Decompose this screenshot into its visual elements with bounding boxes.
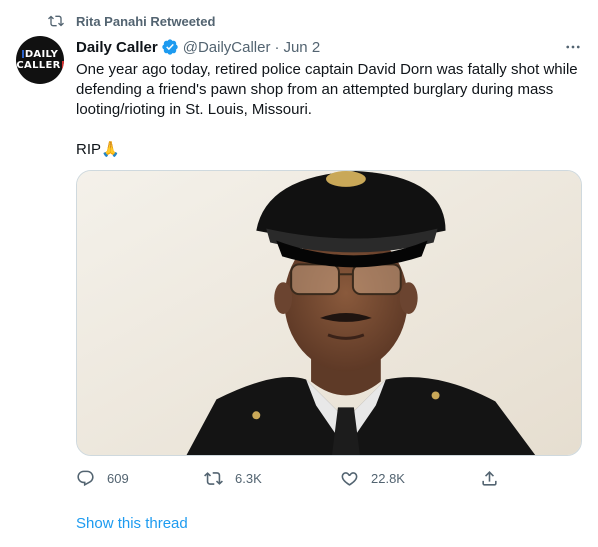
retweet-button[interactable]: 6.3K [204,466,262,490]
tweet-actions: 609 6.3K 22.8K [76,466,508,490]
avatar-text-line-2: CALLER [16,60,63,71]
tweet-header: Daily Caller @DailyCaller · Jun 2 [76,37,320,57]
retweet-icon [204,471,223,485]
rip-text: RIP [76,141,102,158]
like-count: 22.8K [371,470,405,486]
retweeted-by-bar[interactable]: Rita Panahi Retweeted [48,12,215,30]
share-icon [482,470,497,486]
like-button[interactable]: 22.8K [340,466,405,490]
tweet-photo[interactable] [76,170,582,456]
praying-hands-emoji: 🙏 [101,141,120,158]
tweet-date[interactable]: Jun 2 [283,39,320,56]
heart-icon [341,471,358,486]
reply-count: 609 [107,470,129,486]
author-handle[interactable]: @DailyCaller [183,39,271,56]
retweet-count: 6.3K [235,470,262,486]
verified-badge-icon [162,39,178,55]
tweet-paragraph-rip: RIP🙏 [76,140,586,160]
avatar[interactable]: DAILY CALLER [16,36,64,84]
avatar-text-line-1: DAILY [22,49,58,60]
tweet-text: One year ago today, retired police capta… [76,60,586,180]
reply-button[interactable]: 609 [76,466,129,490]
retweeted-by-label: Rita Panahi Retweeted [76,13,216,29]
reply-icon [77,470,94,486]
author-name[interactable]: Daily Caller [76,39,158,56]
show-thread-link[interactable]: Show this thread [76,515,188,532]
more-options-icon[interactable] [564,38,582,56]
portrait-photo [77,171,581,455]
separator-dot: · [274,38,280,56]
tweet-paragraph: One year ago today, retired police capta… [76,61,578,118]
retweet-icon [48,15,64,27]
share-button[interactable] [480,466,511,490]
